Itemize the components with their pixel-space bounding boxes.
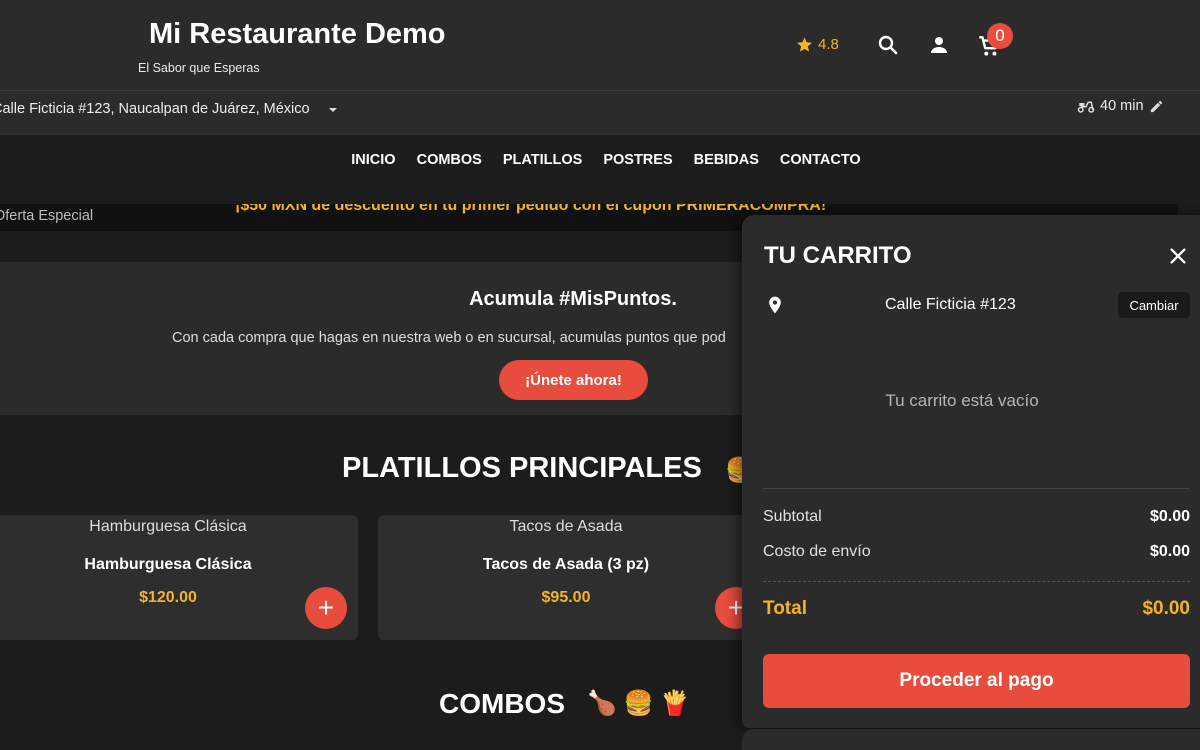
main-nav: INICIO COMBOS PLATILLOS POSTRES BEBIDAS … xyxy=(0,135,1200,185)
promo-label: Oferta Especial xyxy=(0,208,94,224)
nav-item-platillos[interactable]: PLATILLOS xyxy=(503,152,582,168)
site-header: Mi Restaurante Demo El Sabor que Esperas… xyxy=(0,0,1200,90)
combos-emoji: 🍗 🍔 🍟 xyxy=(587,690,690,717)
product-price: $95.00 xyxy=(541,589,591,606)
location-pin-icon xyxy=(769,296,781,314)
chevron-down-icon[interactable] xyxy=(329,108,337,112)
scooter-icon xyxy=(1077,101,1095,113)
rating-value: 4.8 xyxy=(818,36,839,53)
nav-item-combos[interactable]: COMBOS xyxy=(417,152,482,168)
product-card[interactable]: Tacos de Asada Tacos de Asada (3 pz) $95… xyxy=(378,515,758,640)
join-button[interactable]: ¡Únete ahora! xyxy=(499,360,648,400)
section-title-combos: COMBOS xyxy=(439,688,565,719)
nav-item-postres[interactable]: POSTRES xyxy=(603,152,672,168)
shipping-value: $0.00 xyxy=(1149,543,1190,560)
empty-cart-message: Tu carrito está vacío xyxy=(742,391,1200,411)
star-icon xyxy=(797,37,812,52)
restaurant-title[interactable]: Mi Restaurante Demo xyxy=(149,18,446,51)
cart-count-badge: 0 xyxy=(987,23,1013,49)
product-name: Tacos de Asada (3 pz) xyxy=(482,556,650,573)
close-icon[interactable] xyxy=(1167,245,1189,267)
restaurant-tagline: El Sabor que Esperas xyxy=(138,61,260,75)
delivery-address[interactable]: Calle Ficticia #123, Naucalpan de Juárez… xyxy=(0,101,310,117)
delivery-eta[interactable]: 40 min xyxy=(1077,98,1164,114)
nav-item-contacto[interactable]: CONTACTO xyxy=(780,152,861,168)
address-bar: Calle Ficticia #123, Naucalpan de Juárez… xyxy=(0,90,1200,135)
rating-badge: 4.8 xyxy=(796,36,839,53)
cart-panel: TU CARRITO Calle Ficticia #123 Cambiar T… xyxy=(742,215,1200,728)
checkout-button[interactable]: Proceder al pago xyxy=(763,654,1190,708)
shipping-label: Costo de envío xyxy=(763,543,871,560)
subtotal-value: $0.00 xyxy=(1149,508,1190,525)
product-image: Tacos de Asada xyxy=(509,518,623,535)
product-image: Hamburguesa Clásica xyxy=(89,518,247,535)
change-address-button[interactable]: Cambiar xyxy=(1118,292,1190,318)
shipping-row: Costo de envío $0.00 xyxy=(763,543,1190,561)
section-title-main-dishes: PLATILLOS PRINCIPALES xyxy=(342,452,702,484)
divider xyxy=(763,488,1190,489)
product-card[interactable]: Hamburguesa Clásica Hamburguesa Clásica … xyxy=(0,515,358,640)
promo-text: ¡$50 MXN de descuento en tu primer pedid… xyxy=(235,204,827,214)
edit-icon[interactable] xyxy=(1149,99,1164,114)
product-name: Hamburguesa Clásica xyxy=(84,556,252,573)
cart-title: TU CARRITO xyxy=(764,242,912,269)
eta-value: 40 min xyxy=(1100,98,1144,114)
cart-address: Calle Ficticia #123 xyxy=(885,296,1016,313)
empty-cart-text: Tu carrito está vacío xyxy=(885,391,1039,410)
subtotal-label: Subtotal xyxy=(763,508,822,525)
total-label: Total xyxy=(763,598,807,619)
search-icon[interactable] xyxy=(876,33,900,57)
subtotal-row: Subtotal $0.00 xyxy=(763,508,1190,526)
nav-item-bebidas[interactable]: BEBIDAS xyxy=(694,152,759,168)
nav-item-inicio[interactable]: INICIO xyxy=(351,152,395,168)
add-to-cart-button[interactable]: + xyxy=(305,587,347,629)
loyalty-description: Con cada compra que hagas en nuestra web… xyxy=(172,330,726,346)
secondary-panel xyxy=(742,729,1200,750)
total-row: Total $0.00 xyxy=(763,598,1190,620)
total-value: $0.00 xyxy=(1142,598,1190,619)
user-icon[interactable] xyxy=(927,33,951,57)
divider xyxy=(763,581,1190,582)
